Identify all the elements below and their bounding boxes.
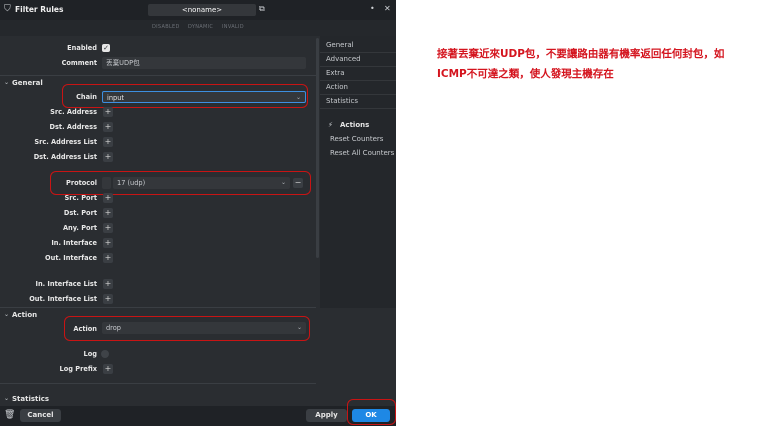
highlight-chain [62,84,308,108]
highlight-action [64,316,310,341]
apply-button[interactable]: Apply [306,409,347,422]
out-interface-label: Out. Interface [45,254,97,262]
in-interface-list-label: In. Interface List [35,280,97,288]
nav-extra[interactable]: Extra [326,69,344,77]
cancel-button[interactable]: Cancel [20,409,61,422]
close-icon[interactable]: ✕ [384,4,391,13]
add-any-port-button[interactable]: + [103,223,113,233]
out-interface-list-label: Out. Interface List [29,295,97,303]
actions-icon: ⚡ [328,121,333,129]
filter-rules-window: ⛉ Filter Rules <noname> ⧉ • ✕ DISABLED D… [0,0,396,426]
add-dst-port-button[interactable]: + [103,208,113,218]
section-divider [0,383,316,384]
enabled-checkbox[interactable]: ✓ [102,44,110,52]
log-prefix-label: Log Prefix [59,365,97,373]
add-out-interface-button[interactable]: + [103,253,113,263]
add-out-interface-list-button[interactable]: + [103,294,113,304]
nav-statistics[interactable]: Statistics [326,97,358,105]
nav-general[interactable]: General [326,41,354,49]
trash-icon[interactable]: 🗑 [4,410,15,420]
flag-invalid: INVALID [222,24,244,30]
chevron-down-icon: ⌄ [4,395,10,402]
section-divider [0,75,316,76]
add-dst-address-list-button[interactable]: + [103,152,113,162]
section-divider [0,307,316,308]
add-in-interface-list-button[interactable]: + [103,279,113,289]
src-address-label: Src. Address [50,108,97,116]
dst-port-label: Dst. Port [63,209,97,217]
copy-icon[interactable]: ⧉ [259,4,265,14]
flag-dynamic: DYNAMIC [188,24,214,30]
side-navigation: General Advanced Extra Action Statistics… [320,36,396,308]
log-label: Log [83,350,97,358]
dst-address-label: Dst. Address [49,123,97,131]
highlight-ok [347,399,396,425]
annotation-line-1: 接著丟棄近來UDP包，不要讓路由器有機率返回任何封包，如 [437,48,725,60]
add-dst-address-button[interactable]: + [103,122,113,132]
scrollbar[interactable] [316,38,319,258]
src-port-label: Src. Port [64,194,97,202]
window-title: Filter Rules [15,5,64,14]
add-src-address-list-button[interactable]: + [103,137,113,147]
nav-divider [320,52,396,53]
log-toggle[interactable] [101,350,109,358]
add-log-prefix-button[interactable]: + [103,364,113,374]
chevron-down-icon: ⌄ [4,311,10,318]
status-flags: DISABLED DYNAMIC INVALID [0,20,396,36]
actions-header: Actions [340,121,370,129]
src-address-list-label: Src. Address List [34,138,97,146]
nav-divider [320,108,396,109]
pin-icon[interactable]: • [370,4,375,13]
statistics-section-header[interactable]: ⌄ Statistics [0,394,316,406]
reset-counters-action[interactable]: Reset Counters [330,135,383,143]
chevron-down-icon: ⌄ [4,79,10,86]
nav-divider [320,66,396,67]
in-interface-label: In. Interface [51,239,97,247]
reset-all-counters-action[interactable]: Reset All Counters [330,149,394,157]
nav-divider [320,80,396,81]
any-port-label: Any. Port [62,224,97,232]
comment-label: Comment [61,59,97,67]
add-in-interface-button[interactable]: + [103,238,113,248]
annotation-note: 接著丟棄近來UDP包，不要讓路由器有機率返回任何封包，如 ICMP不可達之類，使… [437,44,757,84]
flag-disabled: DISABLED [152,24,180,30]
nav-action[interactable]: Action [326,83,348,91]
filter-icon: ⛉ [4,4,11,14]
comment-field[interactable]: 丟棄UDP包 [102,57,306,69]
rule-name-field[interactable]: <noname> [148,4,256,16]
nav-divider [320,94,396,95]
highlight-protocol [50,171,311,195]
title-bar: ⛉ Filter Rules <noname> ⧉ • ✕ [0,0,396,20]
enabled-label: Enabled [67,44,97,52]
nav-advanced[interactable]: Advanced [326,55,361,63]
dst-address-list-label: Dst. Address List [33,153,97,161]
annotation-line-2: ICMP不可達之類，使人發現主機存在 [437,68,614,80]
add-src-port-button[interactable]: + [103,193,113,203]
add-src-address-button[interactable]: + [103,107,113,117]
